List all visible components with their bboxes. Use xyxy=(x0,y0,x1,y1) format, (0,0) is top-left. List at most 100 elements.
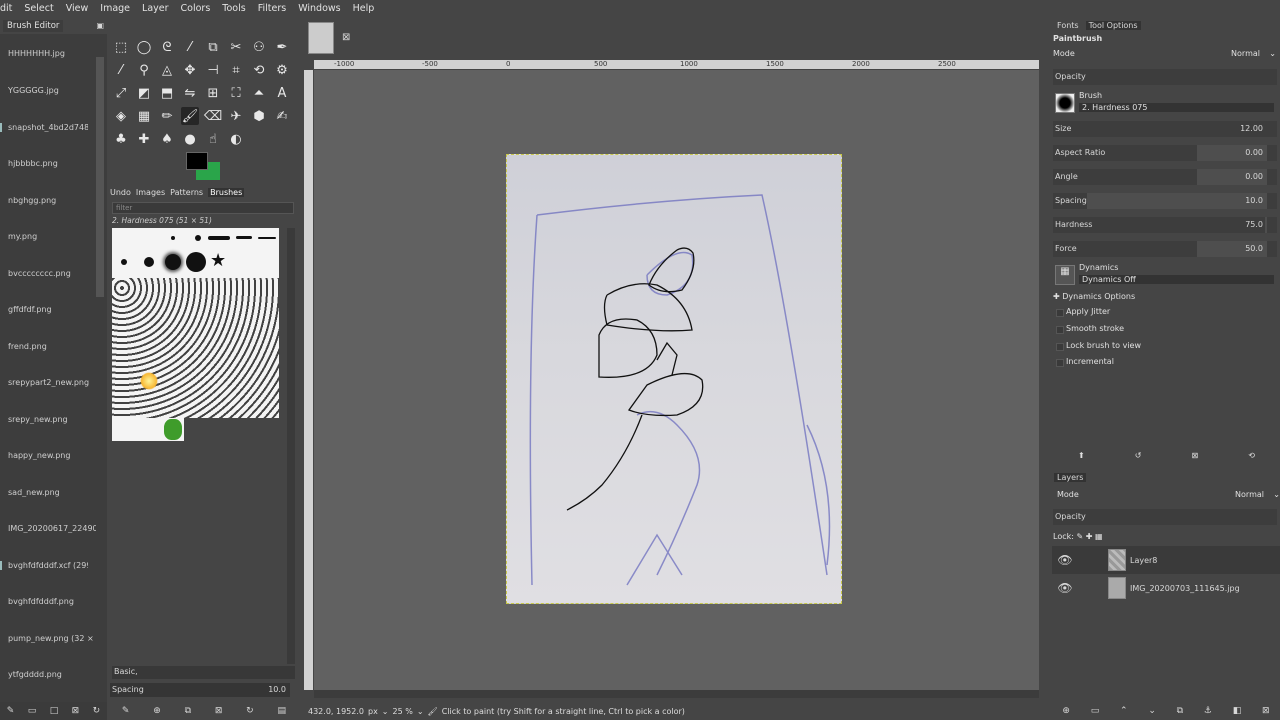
image-list-scrollbar[interactable] xyxy=(96,57,104,297)
refresh-brushes-icon[interactable]: ↻ xyxy=(246,706,254,716)
tab-fonts[interactable]: Fonts xyxy=(1054,21,1082,30)
apply-jitter-checkbox[interactable] xyxy=(1056,309,1064,317)
chevron-down-icon[interactable]: ⌄ xyxy=(417,707,424,716)
free-select-icon[interactable]: ᘓ xyxy=(158,38,176,56)
menu-help[interactable]: Help xyxy=(346,3,380,14)
clone-icon[interactable]: ♣ xyxy=(112,130,130,148)
image-list-item[interactable]: sad_new.png xyxy=(8,488,96,497)
bucket-fill-icon[interactable]: ◈ xyxy=(112,107,130,125)
spacing-slider[interactable]: Spacing 10.0 xyxy=(1053,193,1277,209)
eraser-icon[interactable]: ⌫ xyxy=(204,107,222,125)
canvas-viewport[interactable] xyxy=(314,70,1039,690)
layer-opacity-slider[interactable]: Opacity xyxy=(1053,509,1277,525)
blur-icon[interactable]: ● xyxy=(181,130,199,148)
menu-filters[interactable]: Filters xyxy=(251,3,291,14)
image-list-item[interactable]: nbghgg.png xyxy=(8,196,96,205)
measure-icon[interactable]: ◬ xyxy=(158,61,176,79)
reset-options-icon[interactable]: ⟲ xyxy=(1248,451,1255,460)
opacity-slider[interactable]: Opacity xyxy=(1053,69,1277,85)
lock-pixels-icon[interactable]: ✎ xyxy=(1076,532,1083,541)
fg-bg-colors[interactable] xyxy=(186,152,222,182)
close-icon[interactable]: ⊠ xyxy=(342,32,350,43)
edit-icon[interactable]: ✎ xyxy=(7,706,15,716)
heal-icon[interactable]: ✚ xyxy=(135,130,153,148)
image-list-item[interactable]: gffdfdf.png xyxy=(8,305,96,314)
foreground-select-icon[interactable]: ⚇ xyxy=(250,38,268,56)
paths-icon[interactable]: ✒ xyxy=(273,38,291,56)
tab-tool-options[interactable]: Tool Options xyxy=(1085,20,1141,30)
brush-grid[interactable]: ★ xyxy=(112,228,279,418)
gradient-icon[interactable]: ▦ xyxy=(135,107,153,125)
image-list-item[interactable]: ytfgdddd.png xyxy=(8,670,96,679)
expander-icon[interactable]: ✚ xyxy=(1053,292,1060,301)
menu-windows[interactable]: Windows xyxy=(291,3,345,14)
eye-icon[interactable]: 👁 xyxy=(1052,553,1078,567)
scale-icon[interactable]: ⛶ xyxy=(227,84,245,102)
layers-mode-row[interactable]: Mode Normal ⌄ xyxy=(1057,490,1280,504)
menu-colors[interactable]: Colors xyxy=(174,3,216,14)
pencil-icon[interactable]: ✏ xyxy=(158,107,176,125)
rect-select-icon[interactable]: ⬚ xyxy=(112,38,130,56)
brush-value[interactable]: 2. Hardness 075 xyxy=(1079,103,1274,112)
warp-transform-icon[interactable]: ⚙ xyxy=(273,61,291,79)
menu-tools[interactable]: Tools xyxy=(215,3,250,14)
edit-brush-icon[interactable]: ✎ xyxy=(122,706,130,716)
chevron-down-icon[interactable]: ⌄ xyxy=(1273,490,1280,499)
paintbrush-icon[interactable]: 🖌 xyxy=(181,107,199,125)
move-icon[interactable]: ✥ xyxy=(181,61,199,79)
ellipse-select-icon[interactable]: ◯ xyxy=(135,38,153,56)
lock-position-icon[interactable]: ✚ xyxy=(1086,532,1093,541)
tab-layers[interactable]: Layers xyxy=(1054,473,1087,482)
image-list-item[interactable]: bvcccccccc.png xyxy=(8,269,96,278)
layer-name[interactable]: Layer8 xyxy=(1130,556,1157,565)
duplicate-layer-icon[interactable]: ⧉ xyxy=(1177,706,1183,716)
brush-as-image-icon[interactable]: ▤ xyxy=(278,706,287,716)
dodge-burn-icon[interactable]: ◐ xyxy=(227,130,245,148)
perspective-clone-icon[interactable]: ♠ xyxy=(158,130,176,148)
lock-alpha-icon[interactable]: ▦ xyxy=(1095,532,1103,541)
text-warp-icon[interactable]: ⏶ xyxy=(250,84,268,102)
unit-select[interactable]: px xyxy=(368,707,378,716)
flip-icon[interactable]: ⇋ xyxy=(181,84,199,102)
new-layer-icon[interactable]: ⊕ xyxy=(1062,706,1070,716)
image-list-item[interactable]: my.png xyxy=(8,232,96,241)
text-icon[interactable]: A xyxy=(273,84,291,102)
new-group-icon[interactable]: ▭ xyxy=(1091,706,1100,716)
zoom-icon[interactable]: ⚲ xyxy=(135,61,153,79)
mask-layer-icon[interactable]: ◧ xyxy=(1233,706,1242,716)
duplicate-brush-icon[interactable]: ⧉ xyxy=(185,706,191,716)
chevron-down-icon[interactable]: ⌄ xyxy=(382,707,389,716)
mode-value[interactable]: Normal xyxy=(1231,49,1260,58)
mypaint-brush-icon[interactable]: ✍ xyxy=(273,107,291,125)
dynamics-options-row[interactable]: ✚ Dynamics Options xyxy=(1053,292,1280,301)
handle-transform-icon[interactable]: ⤢ xyxy=(112,84,130,102)
save-options-icon[interactable]: ⬆ xyxy=(1078,451,1085,460)
brush-grid-extra[interactable] xyxy=(112,418,184,441)
align-icon[interactable]: ⊣ xyxy=(204,61,222,79)
layer-row[interactable]: 👁 IMG_20200703_111645.jpg xyxy=(1052,574,1280,602)
brush-preview-icon[interactable] xyxy=(1055,93,1075,113)
horizontal-ruler[interactable]: -1000 -500 0 500 1000 1500 2000 2500 xyxy=(314,60,1039,69)
aspect-ratio-slider[interactable]: Aspect Ratio 0.00 xyxy=(1053,145,1277,161)
menu-layer[interactable]: Layer xyxy=(135,3,174,14)
brush-row[interactable]: Brush 2. Hardness 075 xyxy=(1053,91,1280,115)
delete-layer-icon[interactable]: ⊠ xyxy=(1262,706,1270,716)
brush-editor-tab[interactable]: Brush Editor xyxy=(3,19,64,32)
menu-select[interactable]: Select xyxy=(17,3,58,14)
restore-options-icon[interactable]: ↺ xyxy=(1135,451,1142,460)
lock-brush-checkbox[interactable] xyxy=(1056,343,1064,351)
image-list-item[interactable]: IMG_20200617_224907.jp xyxy=(8,524,96,533)
lower-layer-icon[interactable]: ⌄ xyxy=(1148,706,1156,716)
tab-images[interactable]: Images xyxy=(136,188,165,197)
brush-preset-select[interactable]: Basic, xyxy=(112,666,295,679)
close-icon[interactable]: ▣ xyxy=(96,21,104,30)
unified-transform-icon[interactable]: ⟲ xyxy=(250,61,268,79)
image-list-item[interactable]: hjbbbbc.png xyxy=(8,159,96,168)
vertical-ruler[interactable] xyxy=(304,70,313,690)
image-list-item[interactable]: happy_new.png xyxy=(8,451,96,460)
size-slider[interactable]: Size 12.00 xyxy=(1053,121,1277,137)
image-tab-thumbnail[interactable] xyxy=(308,22,334,54)
angle-slider[interactable]: Angle 0.00 xyxy=(1053,169,1277,185)
layers-mode-value[interactable]: Normal xyxy=(1235,490,1264,499)
image-list-item[interactable]: HHHHHHH.jpg xyxy=(8,49,96,58)
